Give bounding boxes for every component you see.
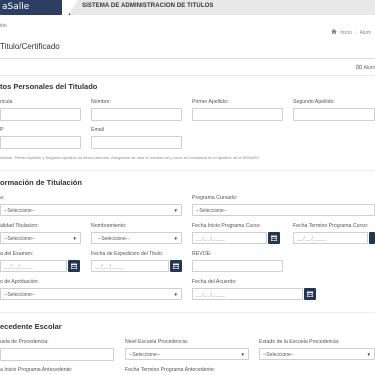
segundo-apellido-input[interactable] (293, 108, 375, 121)
label-estado-escuela: Estado de la Escuela Procedencia: (259, 339, 340, 345)
calendar-icon[interactable] (170, 260, 182, 272)
home-icon[interactable] (331, 29, 338, 36)
nivel-escuela-select[interactable]: --Seleccione-- ▼ (125, 348, 249, 360)
search-label[interactable]: Alum (364, 65, 375, 71)
chevron-down-icon: ▼ (72, 236, 77, 241)
section-title-antecedente: ecedente Escolar (0, 322, 62, 331)
logo: aSalle (2, 2, 30, 12)
label-escuela-procedencia: uela de Procedencia: (0, 339, 49, 345)
escuela-procedencia-input[interactable] (0, 348, 114, 361)
aprobacion-select[interactable]: --Seleccione-- ▼ (0, 288, 182, 300)
label-email: Email (91, 127, 104, 133)
fecha-examen-input[interactable]: __/__/____ (0, 260, 67, 272)
label-fecha-inicio-programa: Fecha Inicio Programa Curso: (192, 223, 261, 229)
divider (0, 58, 375, 59)
logo-wing (62, 0, 78, 15)
carrera-select-value: --Seleccione-- (4, 208, 36, 214)
section-title-titulacion: ormación de Titulación (0, 178, 82, 187)
fecha-termino-programa-input[interactable]: __/__/____ (293, 232, 368, 244)
label-fecha-termino-programa: Fecha Termino Programa Curso: (293, 223, 369, 229)
chevron-down-icon: ▼ (173, 208, 178, 213)
breadcrumb-left: ión (0, 23, 7, 29)
search-tool[interactable]: Alum (355, 64, 375, 72)
calendar-icon[interactable] (304, 288, 316, 300)
fecha-expedicion-input[interactable]: __/__/____ (91, 260, 169, 272)
calendar-icon[interactable] (369, 232, 375, 244)
fecha-expedicion-value: __/__/____ (95, 264, 125, 270)
label-primer-apellido: Primer Apellido: (192, 99, 229, 105)
label-programa-cursado: Programa Cursado: (192, 195, 238, 201)
breadcrumb-separator: › (354, 29, 357, 36)
label-fecha-expedicion: Fecha de Expedicion del Titulo: (91, 251, 164, 257)
breadcrumb-home[interactable]: Inicio (340, 30, 352, 36)
nombramiento-select[interactable]: --Seleccione-- ▼ (91, 232, 182, 244)
modalidad-select[interactable]: --Seleccione-- ▼ (0, 232, 81, 244)
page-title: Titulo/Certificado (0, 42, 60, 51)
nivel-escuela-select-value: --Seleccione-- (129, 352, 161, 358)
chevron-down-icon: ▼ (173, 292, 178, 297)
label-modalidad: alidad Titulacion: (0, 223, 39, 229)
fecha-acuerdo-input[interactable]: __/__/____ (192, 288, 303, 300)
revoe-input[interactable] (192, 260, 283, 272)
estado-escuela-select[interactable]: --Seleccione-- ▼ (259, 348, 375, 360)
system-title: SISTEMA DE ADMINISTRACION DE TITULOS (82, 3, 214, 9)
label-revoe: REVOE: (192, 251, 212, 257)
divider (0, 312, 375, 313)
nombre-input[interactable] (91, 108, 182, 121)
email-input[interactable] (91, 136, 182, 149)
search-icon[interactable] (355, 64, 362, 72)
label-fecha-termino-antecedente: Fecha Termino Programa Antecedente: (125, 367, 216, 373)
divider (0, 75, 375, 76)
section-title-personal: tos Personales del Titulado (0, 82, 98, 91)
fecha-inicio-programa-value: __/__/____ (196, 236, 226, 242)
label-curp: P (0, 127, 4, 133)
label-fecha-acuerdo: Fecha del Acuerdo: (192, 279, 237, 285)
estado-escuela-select-value: --Seleccione-- (263, 352, 295, 358)
calendar-icon[interactable] (268, 232, 280, 244)
fecha-acuerdo-value: __/__/____ (196, 292, 226, 298)
name-note: lombre, Primer Apellido y Segundo Apelli… (0, 155, 260, 160)
carrera-select[interactable]: --Seleccione-- ▼ (0, 204, 182, 216)
label-fecha-inicio-antecedente: a Inicio Programa Antecedente: (0, 367, 73, 373)
chevron-down-icon: ▼ (173, 236, 178, 241)
fecha-inicio-programa-input[interactable]: __/__/____ (192, 232, 267, 244)
label-segundo-apellido: Segundo Apellido: (293, 99, 335, 105)
fecha-termino-programa-value: __/__/____ (297, 236, 327, 242)
programa-cursado-select-value: --Seleccione-- (196, 208, 228, 214)
chevron-down-icon: ▼ (366, 352, 371, 357)
label-carrera: a: (0, 195, 5, 201)
label-nombre: Nombre: (91, 99, 111, 105)
breadcrumb-current: Alum (359, 29, 371, 36)
calendar-icon[interactable] (68, 260, 80, 272)
programa-cursado-select[interactable]: --Seleccione-- (192, 204, 375, 216)
modalidad-select-value: --Seleccione-- (4, 236, 36, 242)
label-nombramiento: Nombramiento: (91, 223, 127, 229)
divider (0, 170, 375, 171)
label-matricula: ricula (0, 99, 13, 105)
primer-apellido-input[interactable] (192, 108, 283, 121)
label-fecha-examen: a del Examen: (0, 251, 34, 257)
label-nivel-escuela: Nivel Escuela Procedencia: (125, 339, 189, 345)
aprobacion-select-value: --Seleccione-- (4, 292, 36, 298)
chevron-down-icon: ▼ (240, 352, 245, 357)
label-aprobacion: o de Aprobación: (0, 279, 39, 285)
fecha-examen-value: __/__/____ (4, 264, 34, 270)
nombramiento-select-value: --Seleccione-- (98, 236, 130, 242)
curp-input[interactable] (0, 136, 81, 149)
matricula-input[interactable] (0, 108, 81, 121)
breadcrumb: Inicio › Alum (331, 29, 371, 36)
